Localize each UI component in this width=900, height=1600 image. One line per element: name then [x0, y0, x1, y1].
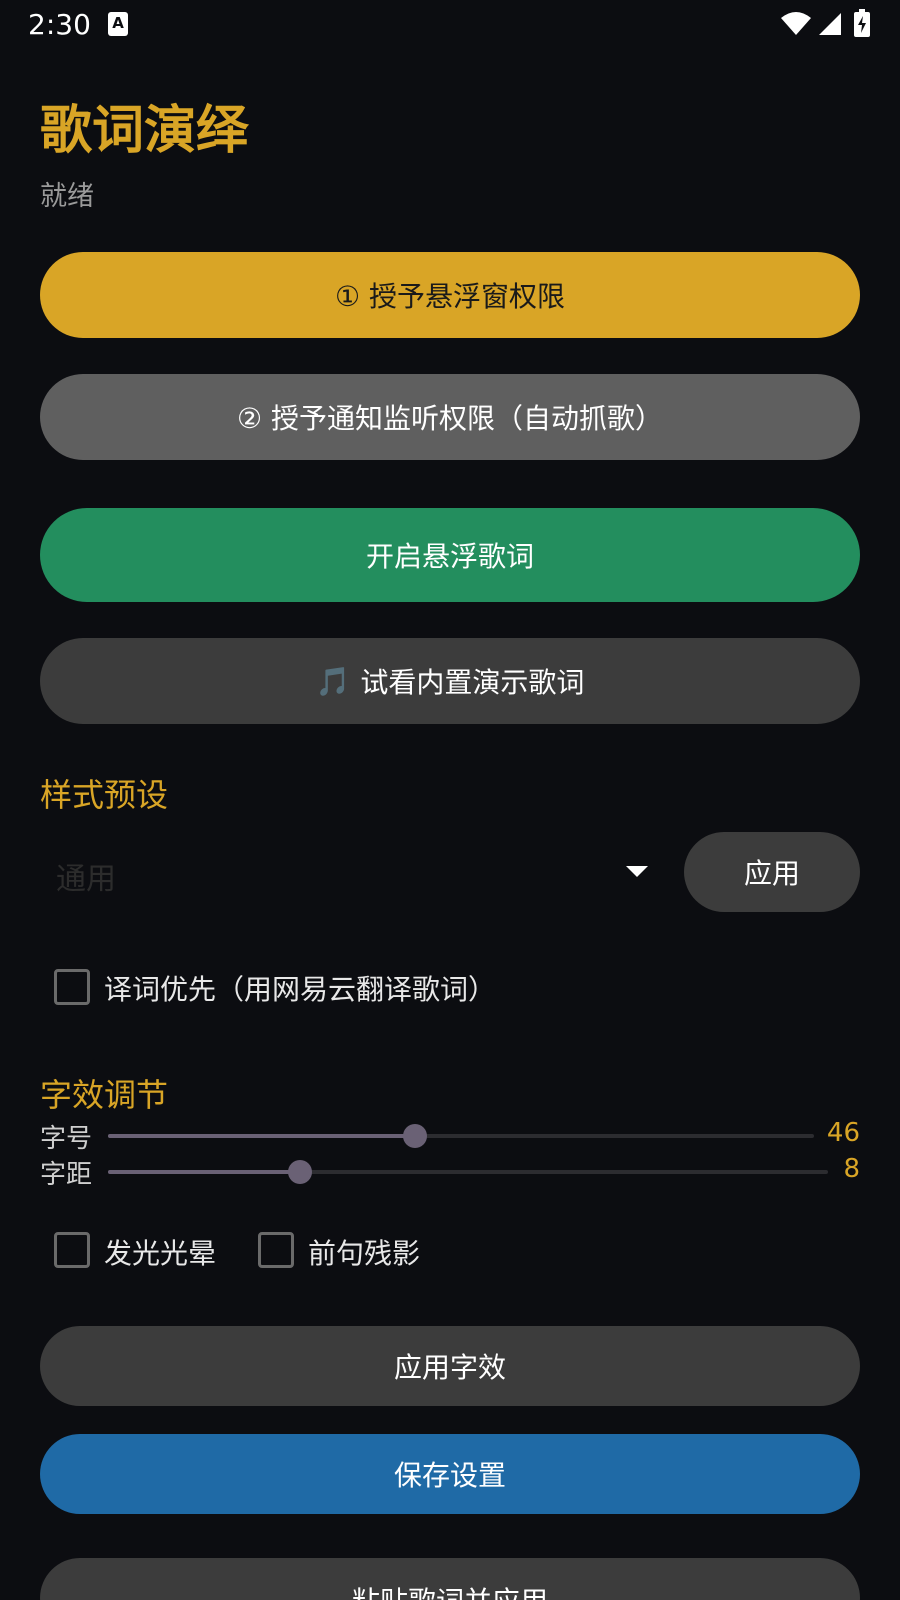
- font-size-slider-fill: [108, 1134, 415, 1138]
- preset-dropdown[interactable]: 通用: [40, 840, 660, 906]
- demo-lyrics-button[interactable]: 🎵 试看内置演示歌词: [40, 638, 860, 724]
- font-size-value: 46: [826, 1118, 860, 1148]
- spacing-slider-fill: [108, 1170, 300, 1174]
- translation-first-checkbox[interactable]: [54, 969, 90, 1005]
- spacing-slider[interactable]: [108, 1160, 828, 1184]
- preset-section-title: 样式预设: [40, 776, 169, 814]
- status-time: 2:30: [28, 8, 91, 41]
- start-floating-lyrics-button[interactable]: 开启悬浮歌词: [40, 508, 860, 602]
- spacing-slider-thumb[interactable]: [288, 1160, 312, 1184]
- grant-notification-permission-button[interactable]: ② 授予通知监听权限（自动抓歌）: [40, 374, 860, 460]
- font-size-label: 字号: [40, 1124, 93, 1154]
- glow-label: 发光光晕: [104, 1237, 217, 1270]
- status-text: 就绪: [40, 181, 94, 212]
- font-size-slider[interactable]: [108, 1124, 814, 1148]
- font-size-slider-thumb[interactable]: [403, 1124, 427, 1148]
- glow-checkbox[interactable]: [54, 1232, 90, 1268]
- effects-section-title: 字效调节: [40, 1076, 169, 1114]
- save-settings-button[interactable]: 保存设置: [40, 1434, 860, 1514]
- status-bar: 2:30 A: [0, 0, 900, 48]
- apply-effect-button[interactable]: 应用字效: [40, 1326, 860, 1406]
- signal-icon: [819, 13, 841, 35]
- spacing-value: 8: [843, 1154, 860, 1184]
- translation-first-label: 译词优先（用网易云翻译歌词）: [104, 973, 497, 1006]
- preset-selected-value: 通用: [56, 862, 116, 897]
- music-note-icon: 🎵: [315, 664, 351, 698]
- apply-preset-button[interactable]: 应用: [684, 832, 860, 912]
- battery-charging-icon: [854, 9, 870, 37]
- wifi-icon: [781, 12, 811, 35]
- ghost-label: 前句残影: [308, 1237, 421, 1270]
- dropdown-arrow-icon: [626, 866, 648, 877]
- ghost-checkbox[interactable]: [258, 1232, 294, 1268]
- app-title: 歌词演绎: [40, 101, 249, 161]
- notification-icon: A: [108, 12, 128, 36]
- demo-lyrics-label: 试看内置演示歌词: [360, 666, 585, 699]
- paste-lyrics-apply-button[interactable]: 粘贴歌词并应用: [40, 1558, 860, 1600]
- spacing-label: 字距: [40, 1160, 93, 1190]
- grant-overlay-permission-button[interactable]: ① 授予悬浮窗权限: [40, 252, 860, 338]
